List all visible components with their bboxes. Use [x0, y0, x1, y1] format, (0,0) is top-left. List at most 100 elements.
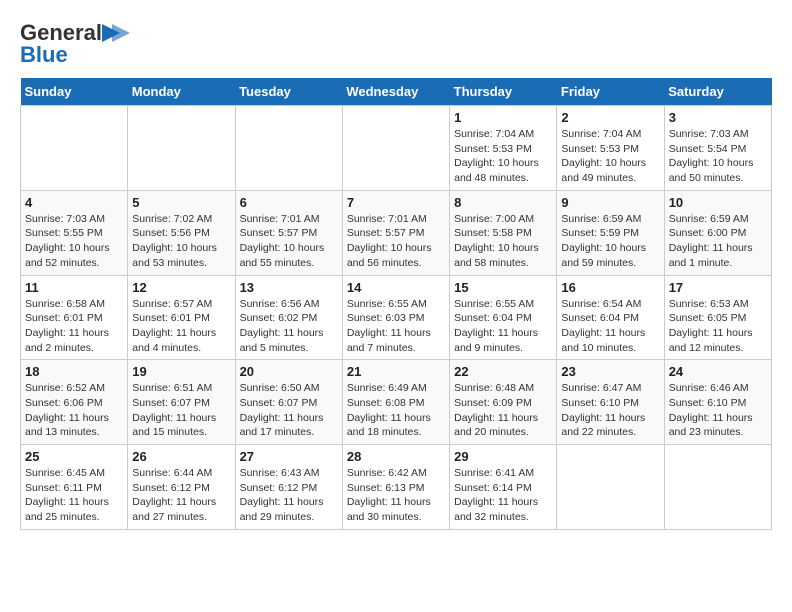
calendar-cell: 1 Sunrise: 7:04 AM Sunset: 5:53 PM Daylig… — [450, 106, 557, 191]
calendar-cell: 9Sunrise: 6:59 AM Sunset: 5:59 PM Daylig… — [557, 190, 664, 275]
day-info: Sunrise: 7:04 AM Sunset: 5:53 PM Dayligh… — [454, 127, 552, 186]
day-number: 20 — [240, 364, 338, 379]
calendar-cell: 15Sunrise: 6:55 AM Sunset: 6:04 PM Dayli… — [450, 275, 557, 360]
calendar-cell: 13 Sunrise: 6:56 AM Sunset: 6:02 PM Dayli… — [235, 275, 342, 360]
day-info: Sunrise: 7:00 AM Sunset: 5:58 PM Dayligh… — [454, 212, 552, 271]
weekday-header-saturday: Saturday — [664, 78, 771, 106]
day-number: 8 — [454, 195, 552, 210]
page-header: General Blue — [20, 20, 772, 68]
day-number: 26 — [132, 449, 230, 464]
calendar-cell: 21 Sunrise: 6:49 AM Sunset: 6:08 PM Dayli… — [342, 360, 449, 445]
calendar-cell — [235, 106, 342, 191]
day-number: 21 — [347, 364, 445, 379]
day-number: 19 — [132, 364, 230, 379]
calendar-cell: 7Sunrise: 7:01 AM Sunset: 5:57 PM Daylig… — [342, 190, 449, 275]
day-info: Sunrise: 6:52 AM Sunset: 6:06 PM Dayligh… — [25, 381, 123, 440]
day-number: 13 — [240, 280, 338, 295]
day-number: 1 — [454, 110, 552, 125]
calendar-cell: 16 Sunrise: 6:54 AM Sunset: 6:04 PM Dayli… — [557, 275, 664, 360]
calendar-cell: 29 Sunrise: 6:41 AM Sunset: 6:14 PM Dayli… — [450, 445, 557, 530]
calendar-cell: 19Sunrise: 6:51 AM Sunset: 6:07 PM Dayli… — [128, 360, 235, 445]
day-info: Sunrise: 6:58 AM Sunset: 6:01 PM Dayligh… — [25, 297, 123, 356]
calendar-cell — [664, 445, 771, 530]
day-info: Sunrise: 6:48 AM Sunset: 6:09 PM Dayligh… — [454, 381, 552, 440]
calendar-cell: 24 Sunrise: 6:46 AM Sunset: 6:10 PM Dayli… — [664, 360, 771, 445]
day-info: Sunrise: 6:59 AM Sunset: 6:00 PM Dayligh… — [669, 212, 767, 271]
day-number: 23 — [561, 364, 659, 379]
day-number: 24 — [669, 364, 767, 379]
day-number: 5 — [132, 195, 230, 210]
calendar-cell: 8 Sunrise: 7:00 AM Sunset: 5:58 PM Daylig… — [450, 190, 557, 275]
day-info: Sunrise: 6:49 AM Sunset: 6:08 PM Dayligh… — [347, 381, 445, 440]
day-info: Sunrise: 6:56 AM Sunset: 6:02 PM Dayligh… — [240, 297, 338, 356]
day-info: Sunrise: 6:53 AM Sunset: 6:05 PM Dayligh… — [669, 297, 767, 356]
day-number: 2 — [561, 110, 659, 125]
calendar-week-row: 25 Sunrise: 6:45 AM Sunset: 6:11 PM Dayli… — [21, 445, 772, 530]
calendar-cell — [21, 106, 128, 191]
calendar-header-row: SundayMondayTuesdayWednesdayThursdayFrid… — [21, 78, 772, 106]
day-info: Sunrise: 6:44 AM Sunset: 6:12 PM Dayligh… — [132, 466, 230, 525]
day-info: Sunrise: 6:59 AM Sunset: 5:59 PM Dayligh… — [561, 212, 659, 271]
calendar-week-row: 4 Sunrise: 7:03 AM Sunset: 5:55 PM Daylig… — [21, 190, 772, 275]
logo-arrow-icon — [102, 24, 130, 42]
calendar-cell: 26 Sunrise: 6:44 AM Sunset: 6:12 PM Dayli… — [128, 445, 235, 530]
calendar-cell: 5 Sunrise: 7:02 AM Sunset: 5:56 PM Daylig… — [128, 190, 235, 275]
calendar-cell: 10 Sunrise: 6:59 AM Sunset: 6:00 PM Dayli… — [664, 190, 771, 275]
calendar-cell — [128, 106, 235, 191]
day-info: Sunrise: 6:43 AM Sunset: 6:12 PM Dayligh… — [240, 466, 338, 525]
day-info: Sunrise: 6:54 AM Sunset: 6:04 PM Dayligh… — [561, 297, 659, 356]
day-info: Sunrise: 6:55 AM Sunset: 6:03 PM Dayligh… — [347, 297, 445, 356]
day-number: 17 — [669, 280, 767, 295]
day-info: Sunrise: 7:04 AM Sunset: 5:53 PM Dayligh… — [561, 127, 659, 186]
day-info: Sunrise: 6:47 AM Sunset: 6:10 PM Dayligh… — [561, 381, 659, 440]
day-number: 27 — [240, 449, 338, 464]
calendar-cell: 11 Sunrise: 6:58 AM Sunset: 6:01 PM Dayli… — [21, 275, 128, 360]
day-number: 28 — [347, 449, 445, 464]
day-number: 4 — [25, 195, 123, 210]
day-info: Sunrise: 7:01 AM Sunset: 5:57 PM Dayligh… — [240, 212, 338, 271]
calendar-week-row: 11 Sunrise: 6:58 AM Sunset: 6:01 PM Dayli… — [21, 275, 772, 360]
day-number: 18 — [25, 364, 123, 379]
day-info: Sunrise: 6:42 AM Sunset: 6:13 PM Dayligh… — [347, 466, 445, 525]
day-number: 10 — [669, 195, 767, 210]
day-number: 16 — [561, 280, 659, 295]
day-info: Sunrise: 6:41 AM Sunset: 6:14 PM Dayligh… — [454, 466, 552, 525]
calendar-cell: 17 Sunrise: 6:53 AM Sunset: 6:05 PM Dayli… — [664, 275, 771, 360]
day-info: Sunrise: 7:03 AM Sunset: 5:54 PM Dayligh… — [669, 127, 767, 186]
day-number: 11 — [25, 280, 123, 295]
day-number: 29 — [454, 449, 552, 464]
calendar-cell — [557, 445, 664, 530]
day-number: 3 — [669, 110, 767, 125]
day-number: 12 — [132, 280, 230, 295]
calendar-cell: 3 Sunrise: 7:03 AM Sunset: 5:54 PM Daylig… — [664, 106, 771, 191]
day-info: Sunrise: 7:03 AM Sunset: 5:55 PM Dayligh… — [25, 212, 123, 271]
weekday-header-tuesday: Tuesday — [235, 78, 342, 106]
day-number: 15 — [454, 280, 552, 295]
calendar-cell: 25 Sunrise: 6:45 AM Sunset: 6:11 PM Dayli… — [21, 445, 128, 530]
calendar-cell: 12Sunrise: 6:57 AM Sunset: 6:01 PM Dayli… — [128, 275, 235, 360]
calendar-cell: 27 Sunrise: 6:43 AM Sunset: 6:12 PM Dayli… — [235, 445, 342, 530]
calendar-cell: 23 Sunrise: 6:47 AM Sunset: 6:10 PM Dayli… — [557, 360, 664, 445]
day-info: Sunrise: 7:02 AM Sunset: 5:56 PM Dayligh… — [132, 212, 230, 271]
weekday-header-monday: Monday — [128, 78, 235, 106]
calendar-table: SundayMondayTuesdayWednesdayThursdayFrid… — [20, 78, 772, 530]
calendar-cell: 6Sunrise: 7:01 AM Sunset: 5:57 PM Daylig… — [235, 190, 342, 275]
day-info: Sunrise: 6:46 AM Sunset: 6:10 PM Dayligh… — [669, 381, 767, 440]
day-info: Sunrise: 6:50 AM Sunset: 6:07 PM Dayligh… — [240, 381, 338, 440]
calendar-cell: 4 Sunrise: 7:03 AM Sunset: 5:55 PM Daylig… — [21, 190, 128, 275]
weekday-header-wednesday: Wednesday — [342, 78, 449, 106]
day-number: 25 — [25, 449, 123, 464]
calendar-cell: 22 Sunrise: 6:48 AM Sunset: 6:09 PM Dayli… — [450, 360, 557, 445]
logo: General Blue — [20, 20, 130, 68]
calendar-week-row: 18 Sunrise: 6:52 AM Sunset: 6:06 PM Dayli… — [21, 360, 772, 445]
calendar-cell: 28 Sunrise: 6:42 AM Sunset: 6:13 PM Dayli… — [342, 445, 449, 530]
calendar-cell: 2 Sunrise: 7:04 AM Sunset: 5:53 PM Daylig… — [557, 106, 664, 191]
day-number: 14 — [347, 280, 445, 295]
day-info: Sunrise: 7:01 AM Sunset: 5:57 PM Dayligh… — [347, 212, 445, 271]
logo-blue: Blue — [20, 42, 68, 68]
day-info: Sunrise: 6:45 AM Sunset: 6:11 PM Dayligh… — [25, 466, 123, 525]
calendar-cell: 18 Sunrise: 6:52 AM Sunset: 6:06 PM Dayli… — [21, 360, 128, 445]
day-number: 22 — [454, 364, 552, 379]
weekday-header-friday: Friday — [557, 78, 664, 106]
calendar-cell — [342, 106, 449, 191]
